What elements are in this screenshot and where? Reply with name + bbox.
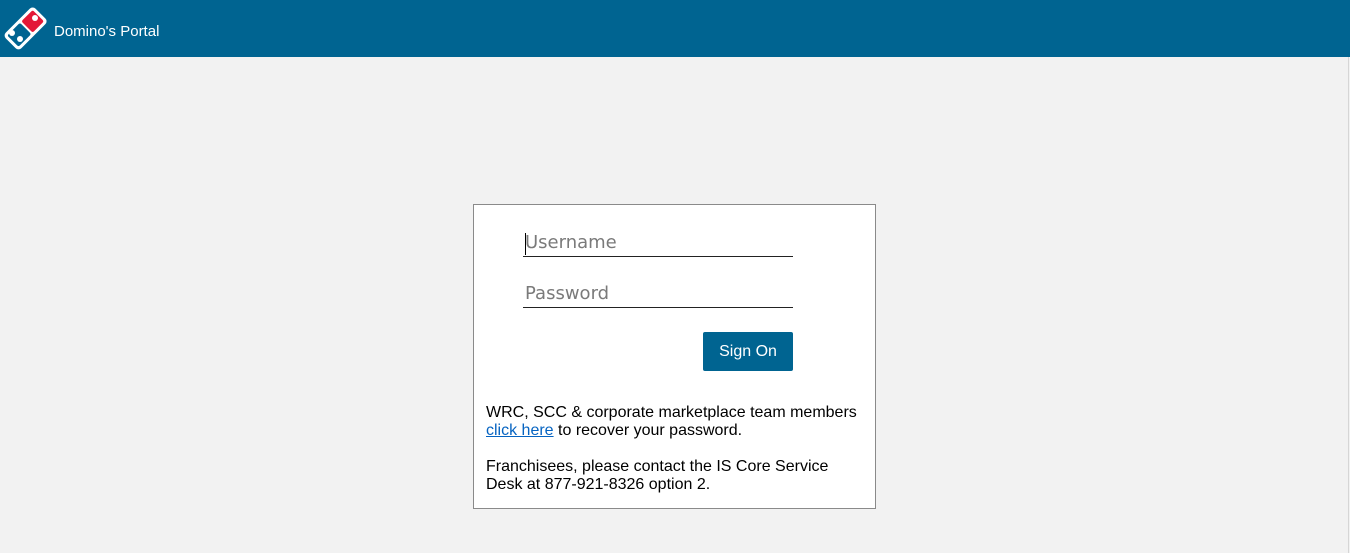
- username-input[interactable]: [523, 229, 793, 257]
- recovery-note: WRC, SCC & corporate marketplace team me…: [486, 404, 866, 440]
- page-right-border: [1348, 57, 1349, 553]
- franchisee-note: Franchisees, please contact the IS Core …: [486, 458, 829, 493]
- recover-password-link[interactable]: click here: [486, 422, 554, 439]
- text-caret: [525, 233, 526, 255]
- login-card: Sign On WRC, SCC & corporate marketplace…: [473, 204, 876, 509]
- sign-on-button[interactable]: Sign On: [703, 332, 793, 371]
- recovery-note-text: WRC, SCC & corporate marketplace team me…: [486, 404, 857, 421]
- top-header-bar: Domino's Portal: [0, 0, 1350, 57]
- password-input[interactable]: [523, 280, 793, 308]
- recovery-note-suffix: to recover your password.: [553, 422, 743, 439]
- app-title: Domino's Portal: [54, 23, 160, 40]
- dominos-logo-icon[interactable]: [0, 0, 54, 54]
